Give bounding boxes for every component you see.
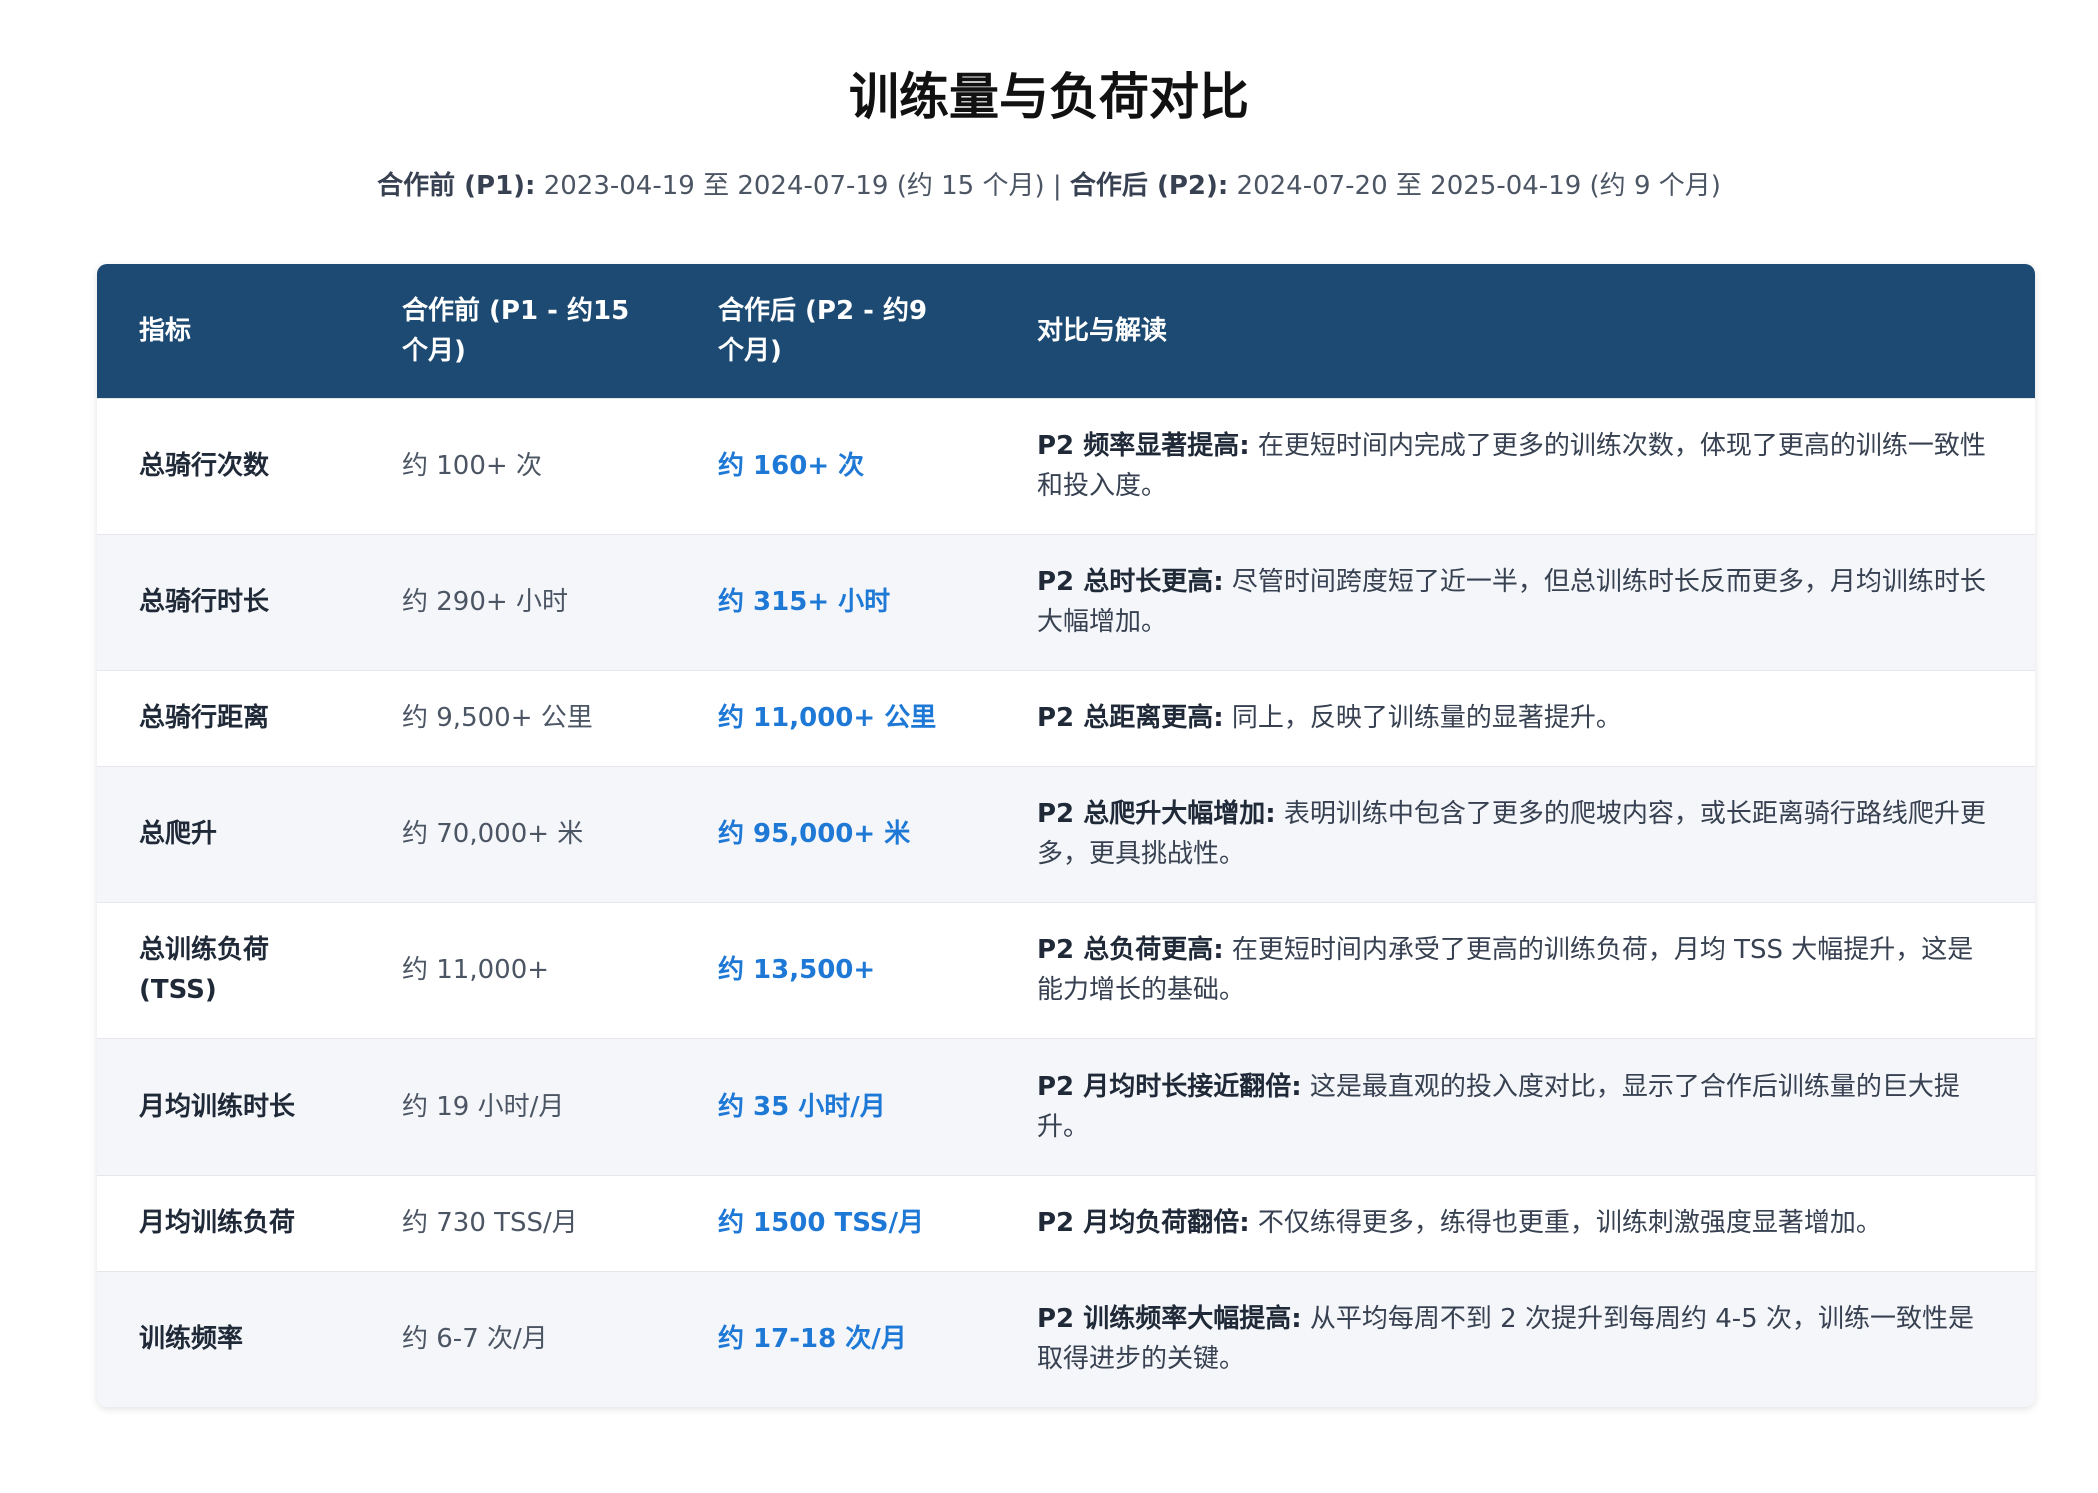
header-row: 指标 合作前 (P1 - 约15个月) 合作后 (P2 - 约9个月) 对比与解… [97,264,2035,398]
p1-value-cell: 约 11,000+ [360,901,676,1038]
analysis-cell: P2 频率显著提高: 在更短时间内完成了更多的训练次数，体现了更高的训练一致性和… [990,397,2035,534]
header-p1: 合作前 (P1 - 约15个月) [402,295,630,366]
period-subtitle: 合作前 (P1): 2023-04-19 至 2024-07-19 (约 15 … [0,166,2098,206]
analysis-lead: P2 总时长更高: [1037,567,1224,597]
analysis-cell: P2 月均负荷翻倍: 不仅练得更多，练得也更重，训练刺激强度显著增加。 [990,1174,2035,1271]
p1-range: 2023-04-19 至 2024-07-19 (约 15 个月) | [535,171,1070,201]
analysis-cell: P2 总爬升大幅增加: 表明训练中包含了更多的爬坡内容，或长距离骑行路线爬升更多… [990,765,2035,902]
analysis-lead: P2 总距离更高: [1037,703,1224,733]
p1-value-cell: 约 70,000+ 米 [360,765,676,902]
p1-value-cell: 约 100+ 次 [360,397,676,534]
header-metric: 指标 [139,315,192,346]
p1-value-cell: 约 730 TSS/月 [360,1174,676,1271]
analysis-lead: P2 月均负荷翻倍: [1037,1208,1250,1238]
analysis-lead: P2 总爬升大幅增加: [1037,799,1276,829]
metric-cell: 总训练负荷 (TSS) [97,901,360,1038]
p1-value-cell: 约 9,500+ 公里 [360,669,676,766]
table-row: 训练频率 约 6-7 次/月 约 17-18 次/月 P2 训练频率大幅提高: … [97,1270,2035,1407]
table-row: 总骑行次数 约 100+ 次 约 160+ 次 P2 频率显著提高: 在更短时间… [97,397,2035,534]
header-analysis: 对比与解读 [1037,315,1168,346]
analysis-lead: P2 训练频率大幅提高: [1037,1304,1302,1335]
p2-value-cell: 约 13,500+ [676,901,990,1038]
p2-value-cell: 约 1500 TSS/月 [676,1174,990,1271]
comparison-table: 指标 合作前 (P1 - 约15个月) 合作后 (P2 - 约9个月) 对比与解… [97,264,2035,1407]
p1-value-cell: 约 6-7 次/月 [360,1270,676,1407]
analysis-cell: P2 总距离更高: 同上，反映了训练量的显著提升。 [990,669,2035,766]
table-header: 指标 合作前 (P1 - 约15个月) 合作后 (P2 - 约9个月) 对比与解… [97,264,2035,398]
p1-value-cell: 约 290+ 小时 [360,533,676,670]
p1-label: 合作前 (P1): [377,171,536,201]
table-row: 总训练负荷 (TSS) 约 11,000+ 约 13,500+ P2 总负荷更高… [97,901,2035,1038]
p2-range: 2024-07-20 至 2025-04-19 (约 9 个月) [1228,171,1721,201]
analysis-text: 不仅练得更多，练得也更重，训练刺激强度显著增加。 [1249,1208,1882,1238]
metric-cell: 总爬升 [97,765,360,902]
table-row: 总骑行时长 约 290+ 小时 约 315+ 小时 P2 总时长更高: 尽管时间… [97,533,2035,670]
metric-cell: 总骑行时长 [97,533,360,670]
p2-value-cell: 约 35 小时/月 [676,1037,990,1175]
p2-value-cell: 约 95,000+ 米 [676,765,990,902]
analysis-cell: P2 总负荷更高: 在更短时间内承受了更高的训练负荷，月均 TSS 大幅提升，这… [990,901,2035,1038]
metric-cell: 总骑行次数 [97,397,360,534]
analysis-cell: P2 总时长更高: 尽管时间跨度短了近一半，但总训练时长反而更多，月均训练时长大… [990,533,2035,670]
p2-label: 合作后 (P2): [1069,171,1229,201]
analysis-lead: P2 总负荷更高: [1037,935,1224,965]
analysis-lead: P2 频率显著提高: [1037,431,1250,461]
table-row: 总爬升 约 70,000+ 米 约 95,000+ 米 P2 总爬升大幅增加: … [97,765,2035,902]
comparison-table-grid: 指标 合作前 (P1 - 约15个月) 合作后 (P2 - 约9个月) 对比与解… [97,264,2035,1407]
table-row: 月均训练负荷 约 730 TSS/月 约 1500 TSS/月 P2 月均负荷翻… [97,1174,2035,1271]
p1-value-cell: 约 19 小时/月 [360,1037,676,1175]
table-row: 总骑行距离 约 9,500+ 公里 约 11,000+ 公里 P2 总距离更高:… [97,669,2035,766]
page-title: 训练量与负荷对比 [849,68,1249,126]
page: 训练量与负荷对比 合作前 (P1): 2023-04-19 至 2024-07-… [0,0,2098,1493]
metric-cell: 月均训练时长 [97,1037,360,1175]
p2-value-cell: 约 315+ 小时 [676,533,990,670]
analysis-text: 同上，反映了训练量的显著提升。 [1223,703,1622,733]
metric-cell: 总骑行距离 [97,669,360,766]
analysis-cell: P2 月均时长接近翻倍: 这是最直观的投入度对比，显示了合作后训练量的巨大提升。 [990,1037,2035,1175]
analysis-lead: P2 月均时长接近翻倍: [1037,1071,1302,1102]
p2-value-cell: 约 160+ 次 [676,397,990,534]
metric-cell: 月均训练负荷 [97,1174,360,1271]
table-row: 月均训练时长 约 19 小时/月 约 35 小时/月 P2 月均时长接近翻倍: … [97,1037,2035,1175]
p2-value-cell: 约 11,000+ 公里 [676,669,990,766]
metric-cell: 训练频率 [97,1270,360,1407]
header-p2: 合作后 (P2 - 约9个月) [718,295,928,366]
analysis-cell: P2 训练频率大幅提高: 从平均每周不到 2 次提升到每周约 4-5 次，训练一… [990,1270,2035,1407]
p2-value-cell: 约 17-18 次/月 [676,1270,990,1407]
table-body: 总骑行次数 约 100+ 次 约 160+ 次 P2 频率显著提高: 在更短时间… [97,397,2035,1407]
